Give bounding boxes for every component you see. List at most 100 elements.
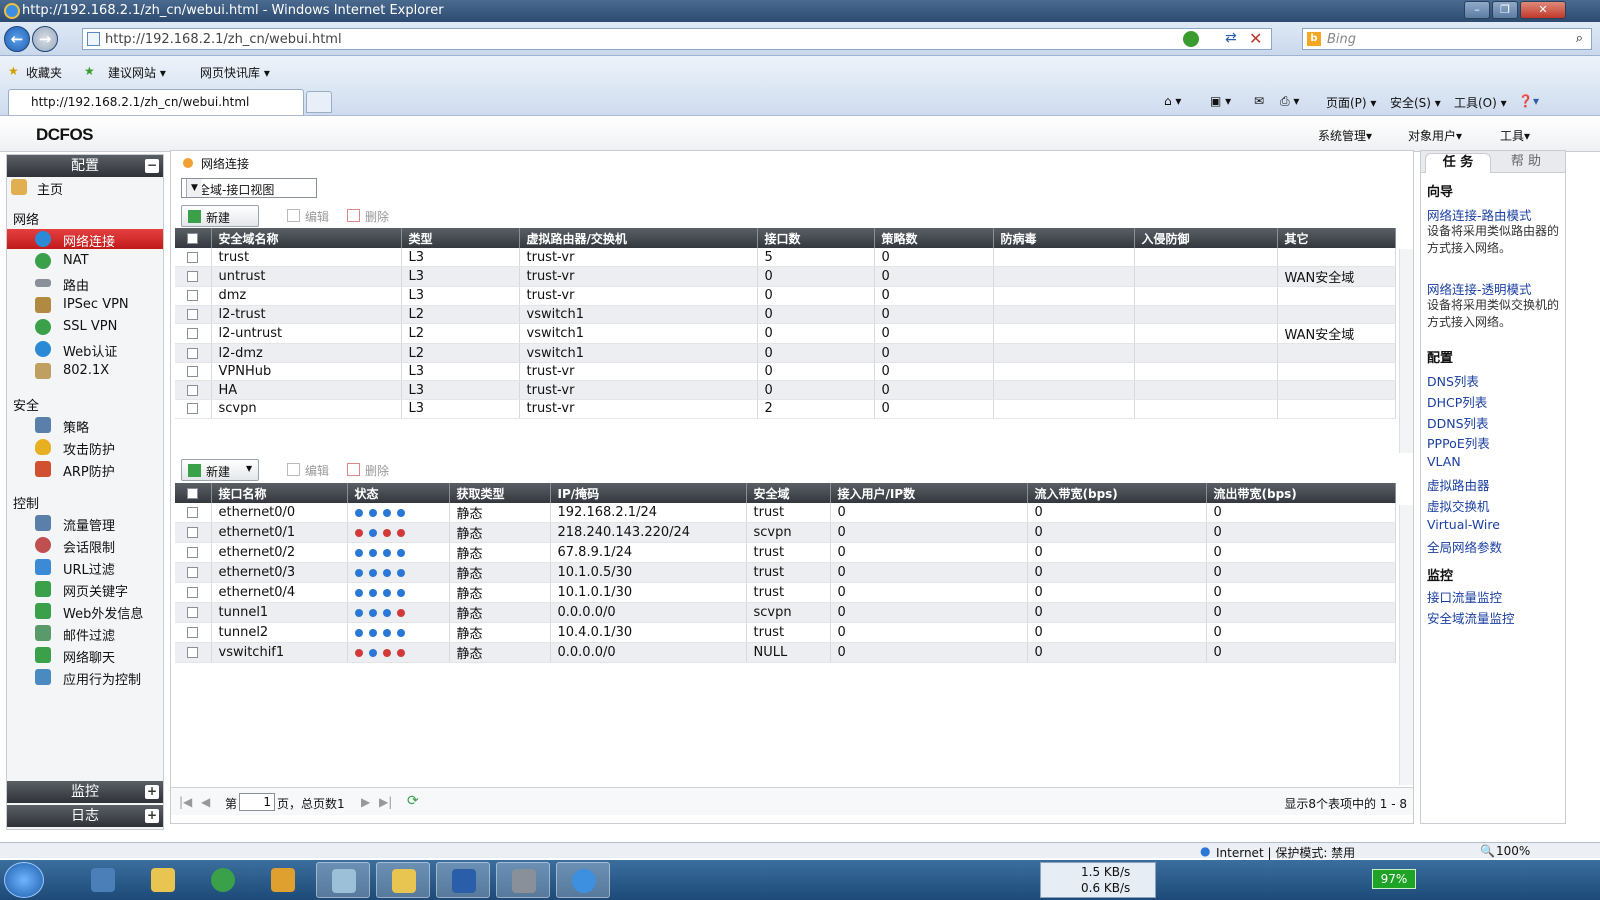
row-checkbox[interactable] [175, 248, 212, 268]
start-button[interactable] [4, 862, 44, 898]
col-header[interactable]: 获取类型 [449, 483, 551, 503]
table-row[interactable]: l2-untrust L2 vswitch1 0 0 WAN安全域 [175, 323, 1396, 345]
sidebar-item-home[interactable]: 主页 [7, 177, 163, 198]
row-checkbox[interactable] [175, 286, 212, 306]
search-field[interactable]: b Bing ⌕ [1302, 28, 1592, 50]
tools-app-menu[interactable]: 工具▾ [1500, 127, 1530, 144]
forward-button[interactable]: → [32, 26, 58, 52]
table-row[interactable]: dmz L3 trust-vr 0 0 [175, 286, 1396, 306]
sidebar-item-8021x[interactable]: 802.1X [7, 361, 163, 381]
table-row[interactable]: ethernet0/2 静态 67.8.9.1/24 trust 0 0 0 [175, 542, 1396, 563]
next-page-icon[interactable]: ▶ [361, 795, 370, 809]
zoom-level[interactable]: 100% [1496, 844, 1530, 858]
view-select[interactable]: 安全域-接口视图 ▼ [181, 178, 317, 198]
config-link[interactable]: DDNS列表 [1427, 413, 1489, 432]
tools-menu[interactable]: 工具(O) ▾ [1454, 94, 1507, 111]
table-row[interactable]: l2-trust L2 vswitch1 0 0 [175, 305, 1396, 325]
col-header[interactable]: 流出带宽(bps) [1206, 483, 1396, 503]
safety-menu[interactable]: 安全(S) ▾ [1390, 94, 1441, 111]
sidebar-item-ssl-vpn[interactable]: SSL VPN [7, 317, 163, 337]
wizard-route-mode-link[interactable]: 网络连接-路由模式 [1427, 205, 1532, 224]
edit-interface-button[interactable]: 编辑 [281, 459, 337, 481]
tab-help[interactable]: 帮 助 [1491, 153, 1561, 173]
page-number-input[interactable]: 1 [239, 793, 275, 811]
help-icon[interactable]: ❓▾ [1518, 94, 1539, 108]
new-zone-button[interactable]: 新建 [181, 205, 259, 227]
table-row[interactable]: ethernet0/4 静态 10.1.0.1/30 trust 0 0 0 [175, 582, 1396, 603]
expand-icon[interactable]: + [145, 785, 159, 799]
row-checkbox[interactable] [175, 362, 212, 382]
feeds-icon[interactable]: ▣ ▾ [1210, 94, 1231, 108]
config-link[interactable]: Virtual-Wire [1427, 517, 1500, 532]
back-button[interactable]: ← [4, 26, 30, 52]
sidebar-item-nat[interactable]: NAT [7, 251, 163, 271]
col-header[interactable]: 策略数 [874, 228, 994, 248]
taskbar-screenshot-app[interactable] [496, 862, 550, 898]
taskbar-computer-app[interactable] [76, 862, 130, 898]
table-row[interactable]: tunnel2 静态 10.4.0.1/30 trust 0 0 0 [175, 622, 1396, 643]
sidebar-item-network-connection[interactable]: 网络连接 [7, 229, 163, 250]
favorites-button[interactable]: 收藏夹 [26, 64, 62, 81]
delete-interface-button[interactable]: 删除 [341, 459, 397, 481]
col-header[interactable]: 接入用户/IP数 [830, 483, 1028, 503]
config-link[interactable]: 虚拟路由器 [1427, 475, 1490, 494]
col-header[interactable]: IP/掩码 [550, 483, 747, 503]
row-checkbox[interactable] [175, 380, 212, 401]
collapse-icon[interactable]: − [145, 159, 159, 173]
table-row[interactable]: untrust L3 trust-vr 0 0 WAN安全域 [175, 266, 1396, 288]
config-header[interactable]: 配置 − [7, 155, 163, 177]
battery-indicator[interactable]: 97% [1372, 869, 1416, 889]
row-checkbox[interactable] [175, 582, 212, 603]
sidebar-item-attack-defense[interactable]: 攻击防护 [7, 437, 163, 458]
select-all-checkbox[interactable] [175, 228, 212, 248]
row-checkbox[interactable] [175, 343, 212, 363]
row-checkbox[interactable] [175, 399, 212, 419]
sidebar-item-ipsec-vpn[interactable]: IPSec VPN [7, 295, 163, 315]
sidebar-item-session-limit[interactable]: 会话限制 [7, 535, 163, 556]
close-window-button[interactable]: ✕ [1520, 1, 1566, 19]
stop-icon[interactable]: ✕ [1249, 29, 1262, 48]
last-page-icon[interactable]: ▶| [379, 795, 392, 809]
first-page-icon[interactable]: |◀ [179, 795, 192, 809]
url-field[interactable]: http://192.168.2.1/zh_cn/webui.html ⇄ ✕ [82, 28, 1272, 50]
table-row[interactable]: tunnel1 静态 0.0.0.0/0 scvpn 0 0 0 [175, 602, 1396, 623]
sidebar-item-web-keyword[interactable]: 网页关键字 [7, 579, 163, 600]
col-header[interactable]: 虚拟路由器/交换机 [519, 228, 758, 248]
search-icon[interactable]: ⌕ [1576, 31, 1583, 46]
edit-zone-button[interactable]: 编辑 [281, 205, 337, 227]
delete-zone-button[interactable]: 删除 [341, 205, 397, 227]
table-row[interactable]: ethernet0/1 静态 218.240.143.220/24 scvpn 0 0 0 [175, 522, 1396, 543]
add-favorite-icon[interactable]: ★ [84, 64, 95, 78]
row-checkbox[interactable] [175, 622, 212, 643]
table-row[interactable]: ethernet0/0 静态 192.168.2.1/24 trust 0 0 0 [175, 503, 1396, 523]
sidebar-item-url-filter[interactable]: URL过滤 [7, 557, 163, 578]
web-slice-gallery-link[interactable]: 网页快讯库 ▾ [200, 64, 270, 81]
row-checkbox[interactable] [175, 562, 212, 583]
wizard-transparent-mode-link[interactable]: 网络连接-透明模式 [1427, 279, 1532, 298]
maximize-button[interactable]: ❐ [1492, 1, 1518, 19]
sidebar-item-im[interactable]: 网络聊天 [7, 645, 163, 666]
config-link[interactable]: VLAN [1427, 454, 1461, 469]
compat-icon[interactable] [1183, 31, 1199, 47]
table-row[interactable]: VPNHub L3 trust-vr 0 0 [175, 362, 1396, 382]
table-row[interactable]: ethernet0/3 静态 10.1.0.5/30 trust 0 0 0 [175, 562, 1396, 583]
new-interface-button[interactable]: 新建 ▼ [181, 459, 259, 481]
expand-icon[interactable]: + [145, 809, 159, 823]
table-row[interactable]: l2-dmz L2 vswitch1 0 0 [175, 343, 1396, 363]
taskbar-ie-app[interactable] [556, 862, 610, 898]
col-header[interactable]: 安全域名称 [211, 228, 402, 248]
taskbar-notes-app[interactable] [316, 862, 370, 898]
config-link[interactable]: 虚拟交换机 [1427, 496, 1490, 515]
config-link[interactable]: PPPoE列表 [1427, 433, 1490, 452]
interface-traffic-monitor-link[interactable]: 接口流量监控 [1427, 587, 1502, 606]
zoom-icon[interactable]: 🔍 [1480, 844, 1495, 858]
zone-scrollbar[interactable] [1399, 249, 1413, 453]
taskbar-calendar-app[interactable] [256, 862, 310, 898]
taskbar-chrome-app[interactable] [196, 862, 250, 898]
log-header[interactable]: 日志 + [7, 805, 163, 827]
table-row[interactable]: HA L3 trust-vr 0 0 [175, 380, 1396, 401]
sidebar-item-arp-defense[interactable]: ARP防护 [7, 459, 163, 480]
sidebar-item-routing[interactable]: 路由 [7, 273, 163, 294]
monitor-header[interactable]: 监控 + [7, 781, 163, 803]
taskbar-folder-app[interactable] [136, 862, 190, 898]
